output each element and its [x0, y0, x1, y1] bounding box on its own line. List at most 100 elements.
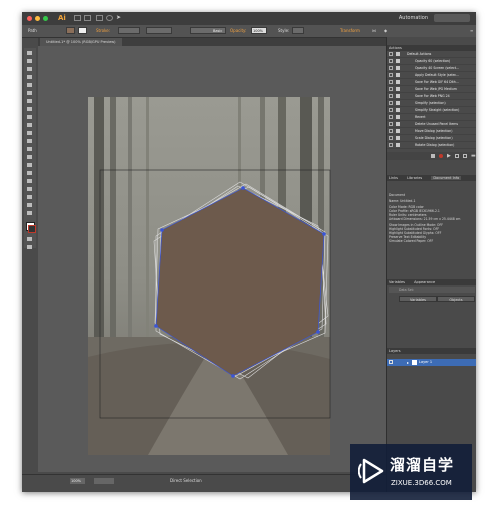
action-item[interactable]: Delete Unused Panel Items [387, 121, 476, 128]
arrange-documents-icon[interactable] [84, 15, 91, 21]
send-icon[interactable]: ➤ [116, 14, 121, 21]
action-item[interactable]: Rotate Dialog (selection) [387, 142, 476, 149]
brush-definition[interactable]: Basic [190, 27, 226, 34]
align-icon[interactable]: ⋈ [372, 28, 376, 33]
fill-color-swatch[interactable] [66, 27, 75, 34]
toggle-checkbox[interactable] [389, 87, 393, 91]
anchor-point[interactable] [160, 228, 164, 232]
dialog-toggle-icon[interactable] [396, 129, 400, 133]
anchor-point[interactable] [241, 186, 245, 190]
zoom-tool-icon[interactable] [26, 210, 34, 216]
transform-link[interactable]: Transform [340, 28, 360, 33]
layers-tab[interactable]: Layers [389, 349, 401, 353]
expand-icon[interactable]: ▸ [407, 360, 409, 365]
variables-button[interactable]: Variables [399, 296, 437, 302]
eyedropper-tool-icon[interactable] [26, 178, 34, 184]
bridge-icon[interactable] [74, 15, 81, 21]
minimize-window-button[interactable] [35, 16, 40, 21]
action-item[interactable]: Opacity 60 (selection) [387, 58, 476, 65]
toggle-checkbox[interactable] [389, 115, 393, 119]
appearance-tab[interactable]: Appearance [414, 280, 435, 284]
stroke-swatch-icon[interactable] [28, 225, 36, 233]
variables-tab[interactable]: Variables [389, 280, 405, 284]
selection-tool-icon[interactable] [26, 50, 34, 56]
toggle-checkbox[interactable] [389, 59, 393, 63]
dialog-toggle-icon[interactable] [396, 115, 400, 119]
mesh-tool-icon[interactable] [26, 162, 34, 168]
artboard-tool-icon[interactable] [26, 194, 34, 200]
isolate-icon[interactable]: ◆ [384, 28, 387, 33]
type-tool-icon[interactable] [26, 74, 34, 80]
dialog-toggle-icon[interactable] [396, 52, 400, 56]
pencil-tool-icon[interactable] [26, 106, 34, 112]
action-item[interactable]: Simplify (selection) [387, 100, 476, 107]
stroke-label[interactable]: Stroke: [96, 28, 110, 33]
new-set-icon[interactable] [455, 154, 459, 158]
eraser-tool-icon[interactable] [26, 114, 34, 120]
dialog-toggle-icon[interactable] [396, 73, 400, 77]
stroke-color-swatch[interactable] [78, 27, 87, 34]
screen-mode-icon[interactable] [26, 244, 34, 250]
menu-icon[interactable]: ≡ [470, 28, 473, 33]
magic-wand-tool-icon[interactable] [26, 58, 34, 64]
dialog-toggle-icon[interactable] [396, 66, 400, 70]
dialog-toggle-icon[interactable] [396, 59, 400, 63]
line-tool-icon[interactable] [26, 82, 34, 88]
sync-icon[interactable] [106, 15, 113, 21]
stop-icon[interactable] [431, 154, 435, 158]
toggle-checkbox[interactable] [389, 101, 393, 105]
data-set-field[interactable]: Data Set: [389, 287, 475, 293]
toggle-checkbox[interactable] [389, 52, 393, 56]
actions-tab[interactable]: Actions [389, 46, 402, 50]
zoom-field[interactable]: 100% [70, 478, 85, 484]
graphic-style-picker[interactable] [292, 27, 304, 34]
close-window-button[interactable] [27, 16, 32, 21]
visibility-icon[interactable] [389, 360, 393, 364]
drawing-mode-icon[interactable] [26, 236, 34, 242]
artboard-navigator[interactable] [94, 478, 114, 484]
hand-tool-icon[interactable] [26, 202, 34, 208]
rotate-tool-icon[interactable] [26, 122, 34, 128]
dialog-toggle-icon[interactable] [396, 80, 400, 84]
action-item[interactable]: Save For Web GIF 64 Dith... [387, 79, 476, 86]
anchor-point[interactable] [231, 374, 235, 378]
action-item[interactable]: Scale Dialog (selection) [387, 135, 476, 142]
action-item[interactable]: Apply Default Style (selec... [387, 72, 476, 79]
stroke-weight-field[interactable] [118, 27, 140, 34]
opacity-label[interactable]: Opacity: [230, 28, 246, 33]
toggle-checkbox[interactable] [389, 94, 393, 98]
libraries-tab[interactable]: Libraries [407, 176, 422, 180]
action-item[interactable]: Simplify Straight (selection) [387, 107, 476, 114]
document-info-tab[interactable]: Document Info [431, 176, 462, 180]
play-icon[interactable]: ▶ [447, 153, 451, 159]
links-tab[interactable]: Links [389, 176, 398, 180]
toggle-checkbox[interactable] [389, 136, 393, 140]
gradient-tool-icon[interactable] [26, 170, 34, 176]
dialog-toggle-icon[interactable] [396, 94, 400, 98]
objects-button[interactable]: Objects [437, 296, 475, 302]
trash-icon[interactable]: ▬ [471, 153, 476, 159]
scale-tool-icon[interactable] [26, 130, 34, 136]
blend-tool-icon[interactable] [26, 186, 34, 192]
anchor-point[interactable] [154, 324, 158, 328]
dialog-toggle-icon[interactable] [396, 136, 400, 140]
toggle-checkbox[interactable] [389, 122, 393, 126]
search-input[interactable] [434, 14, 470, 22]
workspace-switcher[interactable]: Automation [399, 15, 428, 21]
document-tab[interactable]: Untitled-1* @ 100% (RGB/GPU Preview) [40, 38, 122, 46]
dialog-toggle-icon[interactable] [396, 101, 400, 105]
action-set-row[interactable]: Default Actions [387, 51, 476, 58]
free-transform-tool-icon[interactable] [26, 146, 34, 152]
toggle-checkbox[interactable] [389, 73, 393, 77]
record-icon[interactable] [439, 154, 443, 158]
rectangle-tool-icon[interactable] [26, 90, 34, 96]
toggle-checkbox[interactable] [389, 66, 393, 70]
new-action-icon[interactable] [463, 154, 467, 158]
action-item[interactable]: Save For Web PNG 24 [387, 93, 476, 100]
action-item[interactable]: Revert [387, 114, 476, 121]
paintbrush-tool-icon[interactable] [26, 98, 34, 104]
grid-icon[interactable] [96, 15, 103, 21]
opacity-field[interactable]: 100% [251, 27, 267, 34]
dialog-toggle-icon[interactable] [396, 108, 400, 112]
toggle-checkbox[interactable] [389, 108, 393, 112]
